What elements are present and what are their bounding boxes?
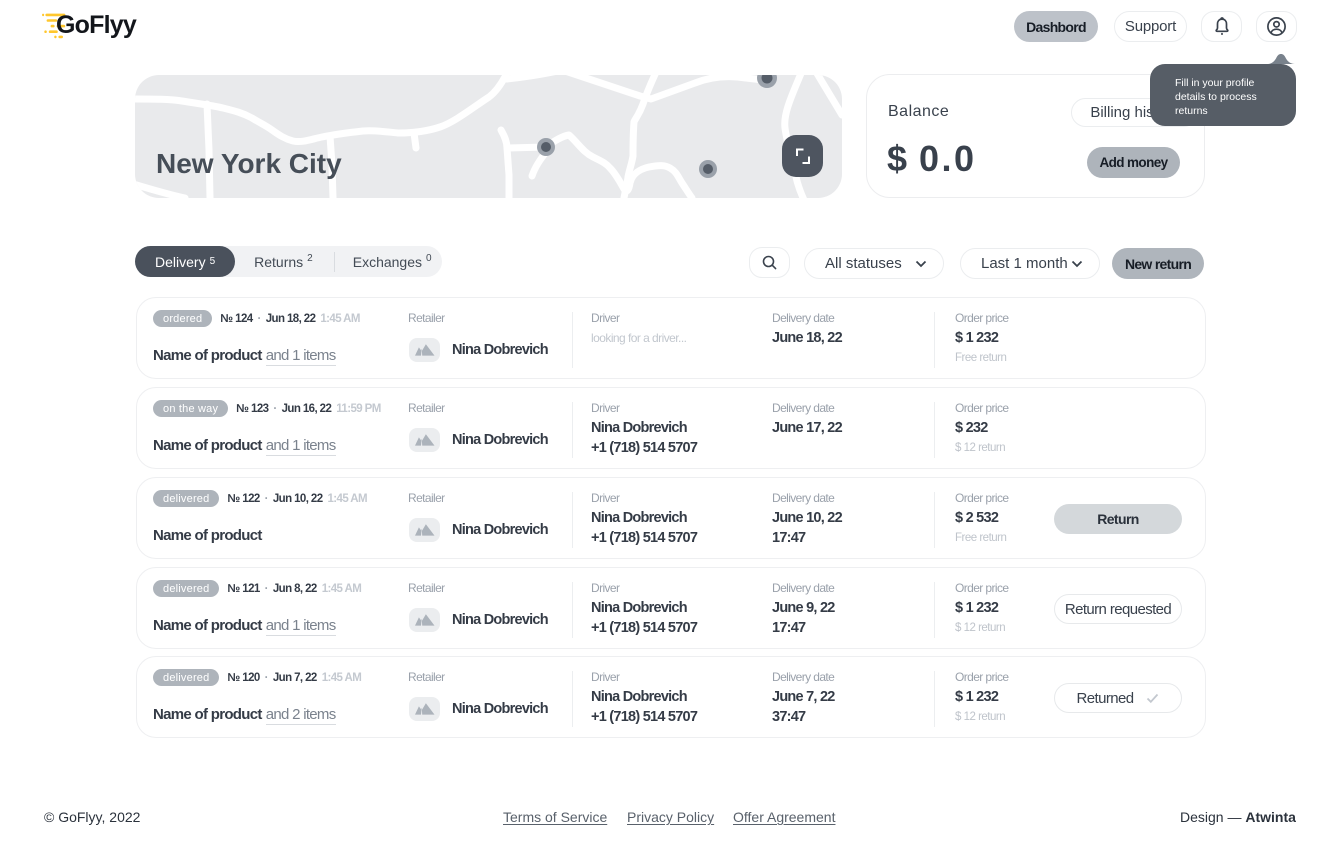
svg-text:GoFlyy: GoFlyy xyxy=(56,11,137,39)
